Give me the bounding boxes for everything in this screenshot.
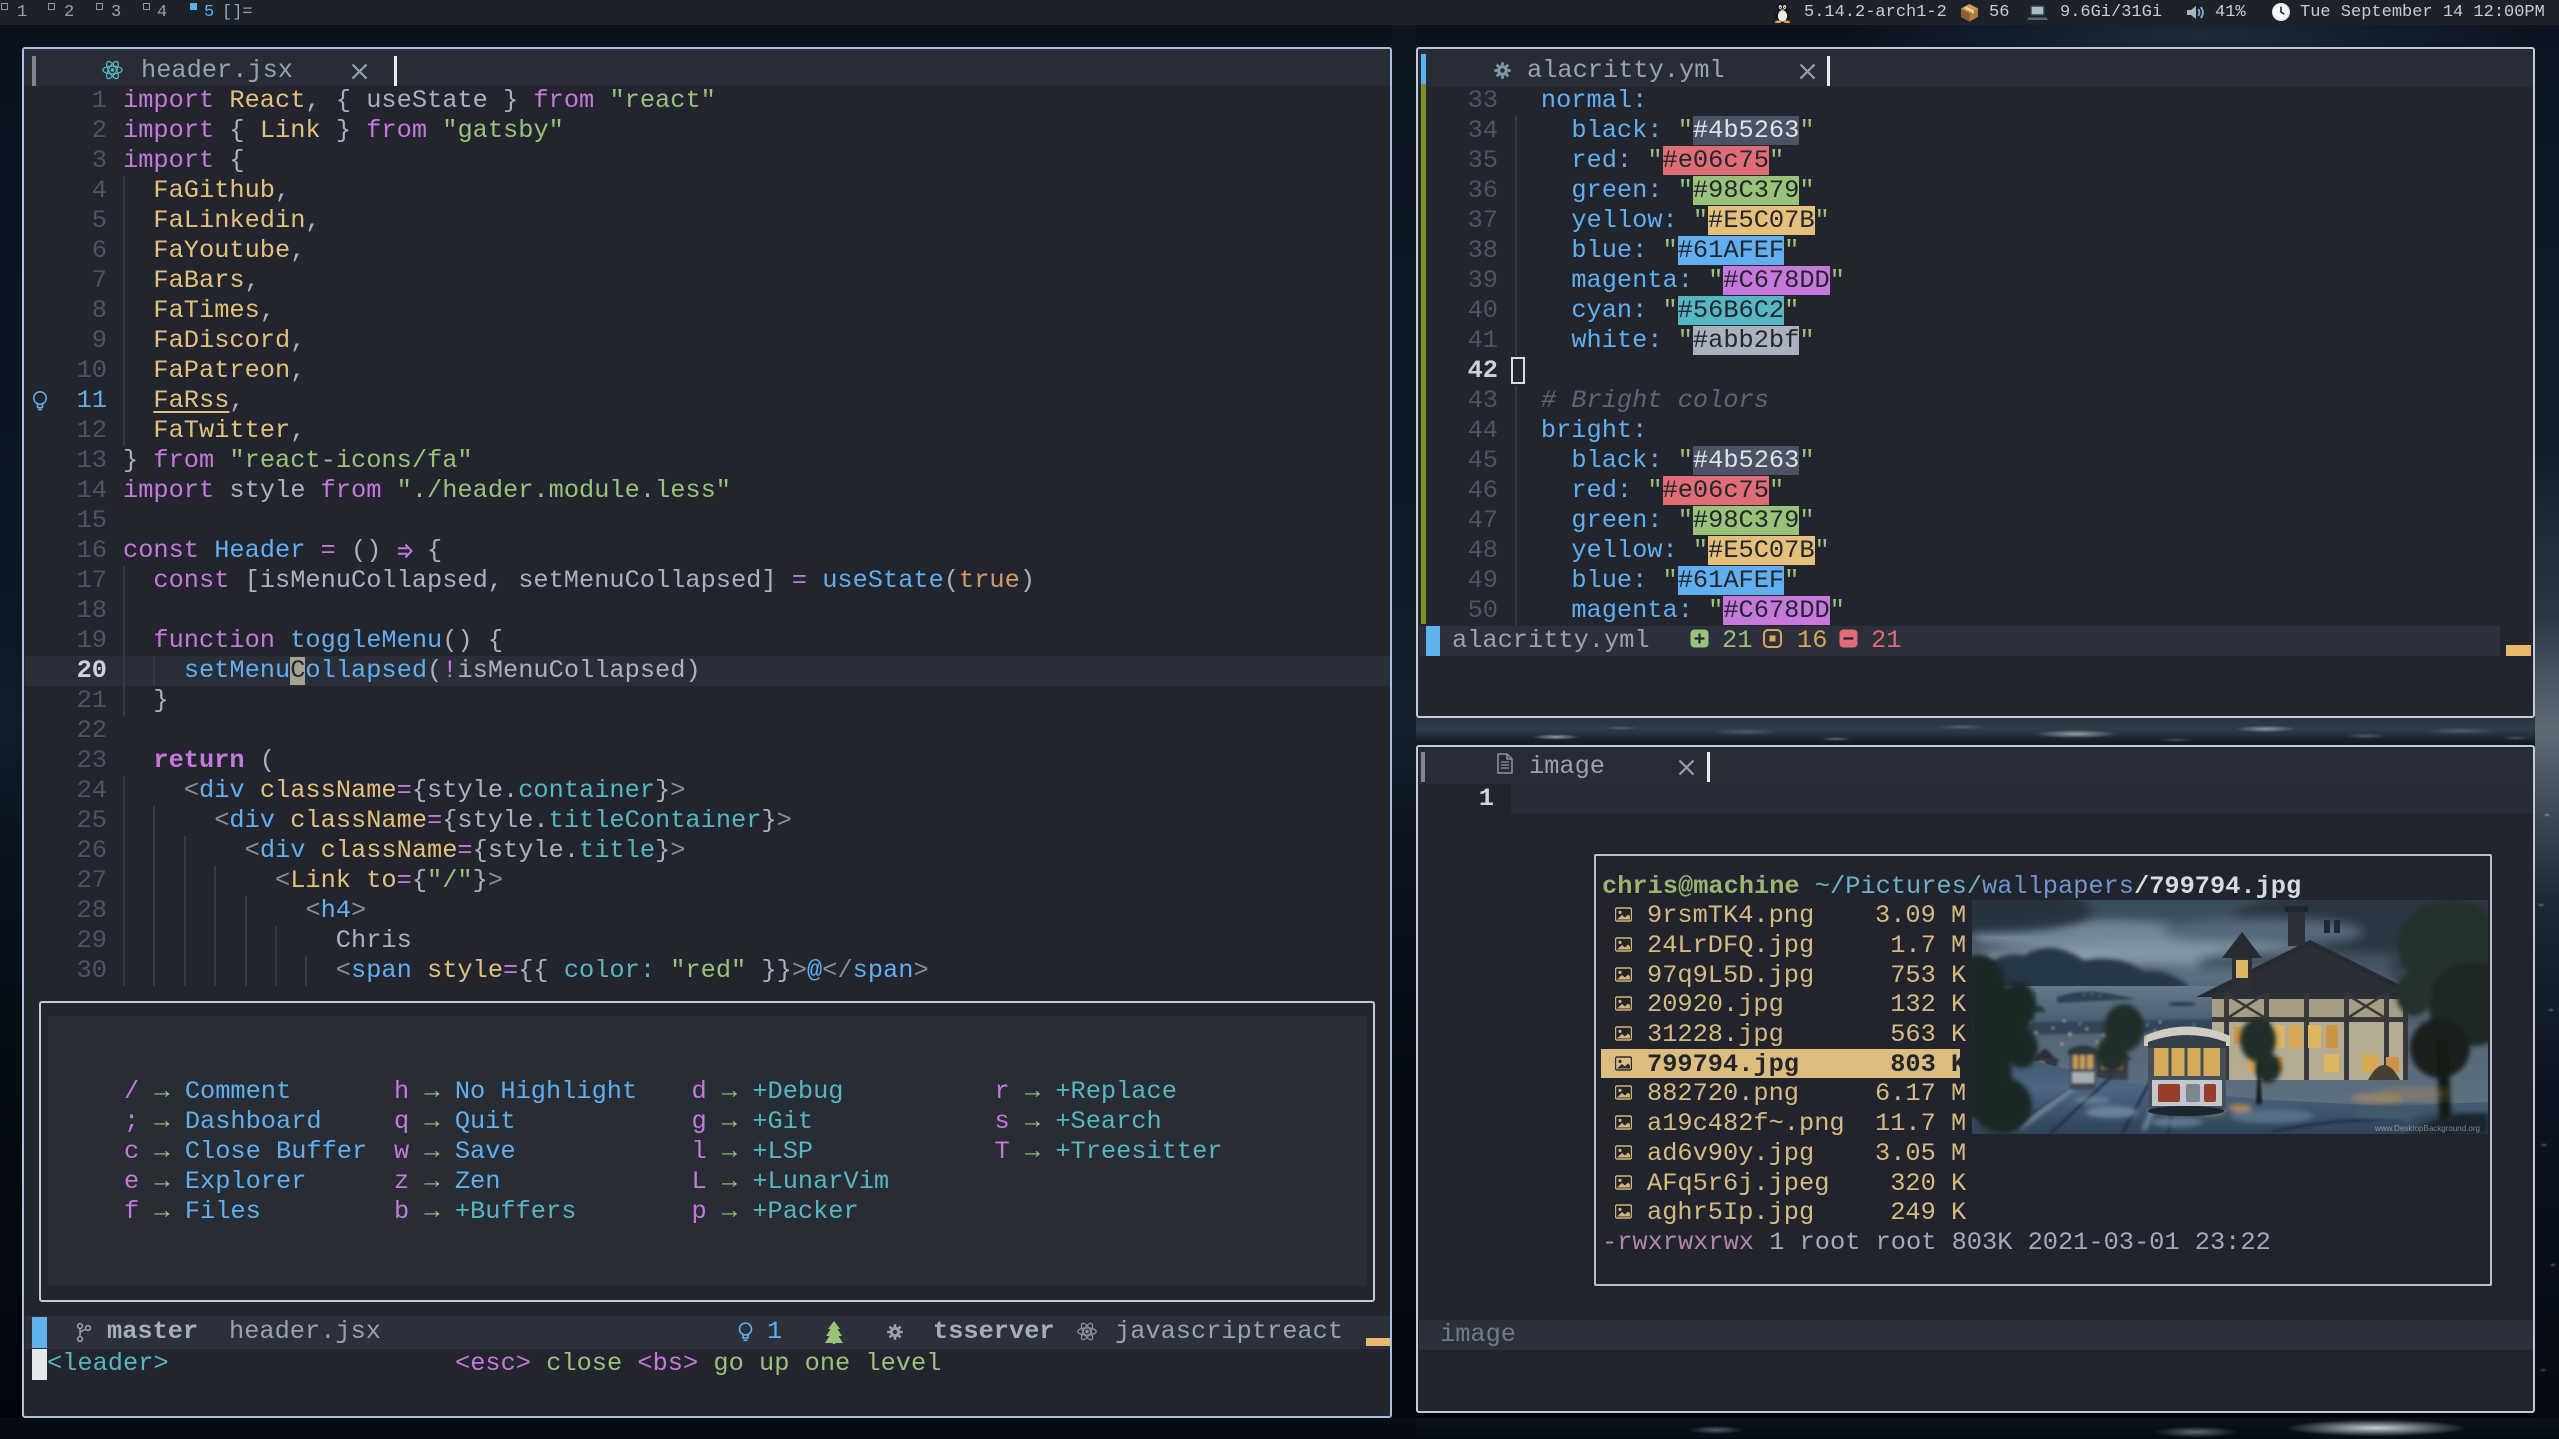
svg-text:www.DesktopBackground.org: www.DesktopBackground.org — [2374, 1124, 2480, 1133]
